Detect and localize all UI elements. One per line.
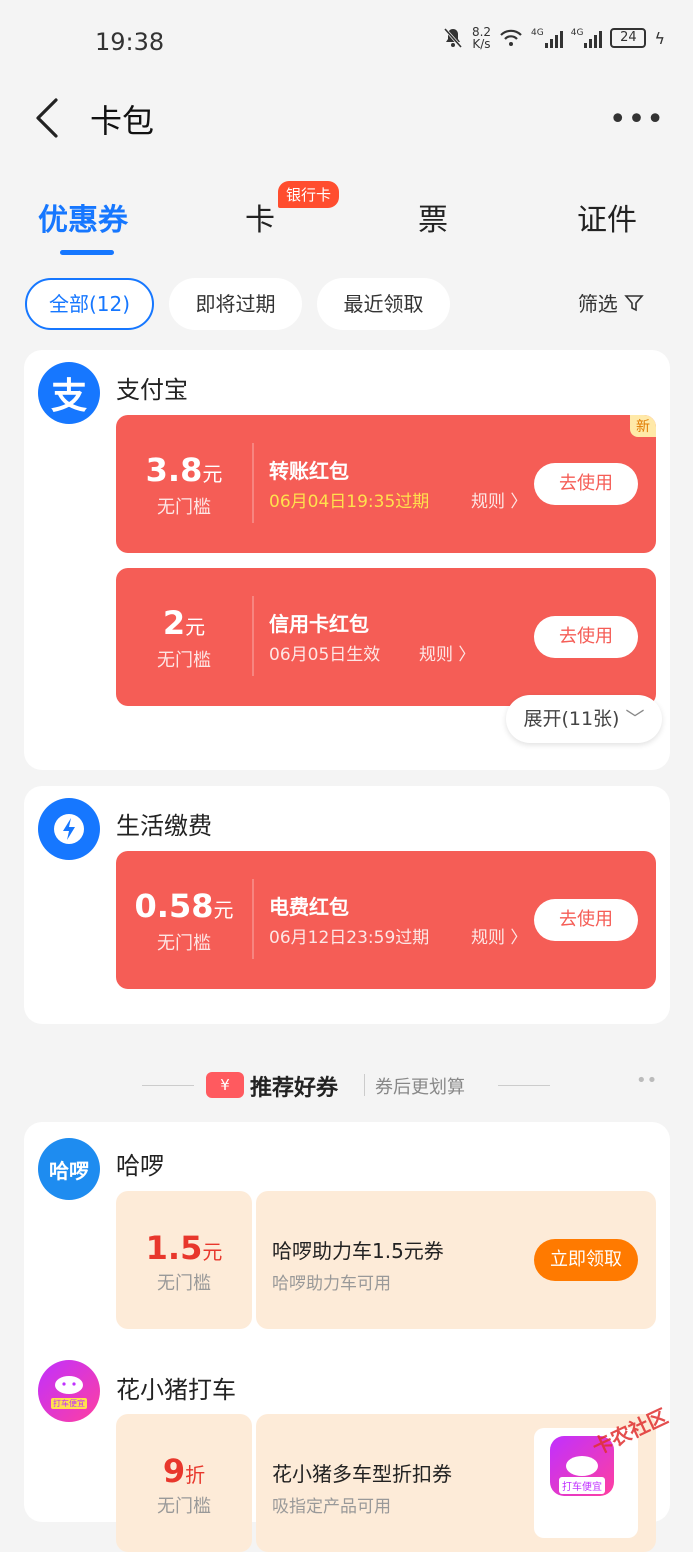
divider [498, 1085, 550, 1086]
funnel-icon [624, 295, 644, 312]
expand-button[interactable]: 展开(11张) ﹀ [506, 695, 662, 743]
brand-name: 哈啰 [116, 1152, 164, 1180]
coupon-name: 花小猪多车型折扣券 [272, 1462, 452, 1486]
filter-bar: 全部(12) 即将过期 最近领取 筛选 [0, 278, 693, 332]
recommend-header: ¥ 推荐好券 券后更划算 •• [0, 1064, 693, 1108]
status-bar: 19:38 8.2 K/s 4G 4G 24 ϟ [0, 0, 693, 80]
coupon-expiry: 06月05日生效 [269, 645, 381, 665]
hello-logo-icon: 哈啰 [38, 1138, 100, 1200]
chevron-down-icon: ﹀ [625, 708, 645, 730]
alipay-logo-icon: 支 [38, 362, 100, 424]
coupon-name: 转账红包 [269, 459, 349, 483]
coupon-expiry: 06月12日23:59过期 [269, 928, 430, 948]
rules-link[interactable]: 规则 〉 [471, 923, 527, 948]
chevron-left-icon [36, 98, 58, 138]
tab-coupons[interactable]: 优惠券 [38, 195, 128, 239]
filter-label: 筛选 [577, 292, 618, 316]
coupon-card[interactable]: 0.58元 无门槛 电费红包 06月12日23:59过期 规则 〉 去使用 [116, 851, 656, 989]
tab-bar: 优惠券 卡 票 证件 [0, 175, 693, 255]
signal-2: 4G [571, 28, 603, 48]
filter-button[interactable]: 筛选 [551, 278, 671, 330]
recommend-subtitle: 券后更划算 [375, 1077, 465, 1098]
wifi-icon [500, 29, 522, 46]
page-title: 卡包 [90, 102, 155, 140]
coupon-name: 电费红包 [269, 895, 349, 919]
coupon-amount: 1.5元 [145, 1229, 223, 1267]
utility-coupon-group: 生活缴费 0.58元 无门槛 电费红包 06月12日23:59过期 规则 〉 去… [24, 786, 670, 1024]
coupon-card[interactable]: 1.5元 无门槛 哈啰助力车1.5元券 哈啰助力车可用 立即领取 [116, 1191, 656, 1329]
battery-icon: 24 [610, 28, 647, 48]
rules-link[interactable]: 规则 〉 [419, 640, 475, 665]
coupon-amount: 3.8元 [145, 451, 223, 489]
divider [142, 1085, 194, 1086]
coupon-threshold: 无门槛 [157, 650, 211, 671]
mute-bell-icon [443, 28, 463, 48]
coupon-card[interactable]: 新 3.8元 无门槛 转账红包 06月04日19:35过期 规则 〉 去使用 [116, 415, 656, 553]
coupon-info-section: 哈啰助力车1.5元券 哈啰助力车可用 立即领取 [256, 1191, 656, 1329]
coupon-threshold: 无门槛 [157, 1496, 211, 1517]
divider [252, 596, 254, 676]
divider [364, 1074, 365, 1096]
coupon-ticket-icon: ¥ [206, 1072, 244, 1098]
tab-indicator [60, 250, 114, 255]
filter-recent[interactable]: 最近领取 [317, 278, 450, 330]
coupon-amount-section: 1.5元 无门槛 [116, 1191, 252, 1329]
coupon-threshold: 无门槛 [157, 933, 211, 954]
rules-link[interactable]: 规则 〉 [471, 487, 527, 512]
tab-cards[interactable]: 卡 [245, 195, 275, 239]
brand-name: 生活缴费 [116, 812, 212, 840]
charging-icon: ϟ [654, 28, 665, 48]
use-button[interactable]: 去使用 [534, 616, 638, 658]
coupon-threshold: 无门槛 [157, 497, 211, 518]
new-badge: 新 [630, 415, 656, 437]
lightning-icon [38, 798, 100, 860]
coupon-amount-section: 9折 无门槛 [116, 1414, 252, 1552]
tab-documents[interactable]: 证件 [577, 195, 637, 239]
brand-name: 花小猪打车 [116, 1376, 236, 1404]
bank-card-badge: 银行卡 [278, 181, 340, 208]
coupon-card[interactable]: 9折 无门槛 花小猪多车型折扣券 吸指定产品可用 打车便宜 [116, 1414, 656, 1552]
recommend-title: 推荐好券 [250, 1076, 339, 1101]
coupon-desc: 吸指定产品可用 [272, 1497, 391, 1517]
coupon-amount: 9折 [162, 1452, 206, 1490]
alipay-coupon-group: 支 支付宝 新 3.8元 无门槛 转账红包 06月04日19:35过期 规则 〉… [24, 350, 670, 770]
more-options-button[interactable]: ••• [609, 102, 665, 137]
claim-button[interactable]: 立即领取 [534, 1239, 638, 1281]
signal-bars-icon [544, 28, 563, 48]
signal-1: 4G [531, 28, 563, 48]
brand-name: 支付宝 [116, 376, 188, 404]
divider [252, 443, 254, 523]
nav-bar: 卡包 ••• [0, 80, 693, 160]
tab-tickets[interactable]: 票 [418, 195, 448, 239]
coupon-amount: 2元 [162, 604, 206, 642]
back-button[interactable] [30, 96, 70, 140]
more-dots-icon[interactable]: •• [636, 1070, 657, 1091]
coupon-desc: 哈啰助力车可用 [272, 1274, 391, 1294]
coupon-amount: 0.58元 [134, 887, 234, 925]
signal-bars-icon [584, 28, 603, 48]
status-icons: 8.2 K/s 4G 4G 24 ϟ [442, 26, 665, 50]
coupon-expiry: 06月04日19:35过期 [269, 492, 430, 512]
use-button[interactable]: 去使用 [534, 463, 638, 505]
use-button[interactable]: 去使用 [534, 899, 638, 941]
coupon-threshold: 无门槛 [157, 1273, 211, 1294]
coupon-name: 信用卡红包 [269, 612, 369, 636]
filter-all[interactable]: 全部(12) [25, 278, 154, 330]
filter-expiring[interactable]: 即将过期 [169, 278, 302, 330]
status-time: 19:38 [95, 28, 165, 56]
recommended-coupon-group: 哈啰 哈啰 1.5元 无门槛 哈啰助力车1.5元券 哈啰助力车可用 立即领取 打… [24, 1122, 670, 1552]
divider [252, 879, 254, 959]
coupon-card[interactable]: 2元 无门槛 信用卡红包 06月05日生效 规则 〉 去使用 [116, 568, 656, 706]
coupon-name: 哈啰助力车1.5元券 [272, 1239, 444, 1263]
huaxiaozhu-logo-icon: 打车便宜 [38, 1360, 100, 1422]
net-speed: 8.2 K/s [471, 25, 492, 51]
